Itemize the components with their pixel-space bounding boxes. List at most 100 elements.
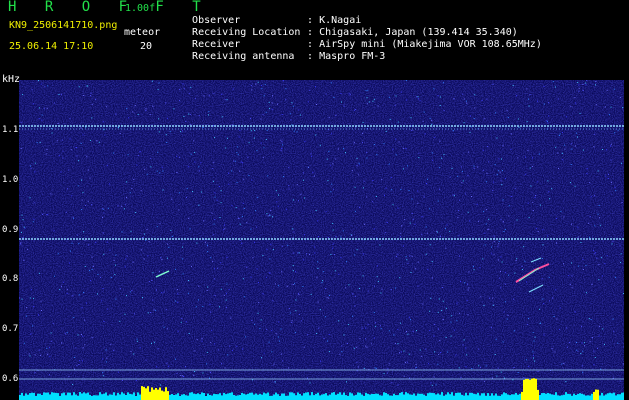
noise-speckle: [41, 310, 42, 311]
noise-speckle: [49, 347, 50, 349]
power-meter-bar: [119, 394, 121, 400]
noise-speckle: [606, 89, 608, 91]
noise-speckle: [29, 197, 31, 199]
noise-speckle: [418, 157, 420, 159]
noise-speckle: [126, 295, 127, 297]
noise-speckle: [248, 175, 250, 177]
noise-speckle: [492, 297, 494, 299]
noise-speckle: [343, 148, 344, 150]
noise-speckle: [188, 280, 190, 281]
noise-speckle: [83, 231, 85, 233]
power-meter-bar: [427, 393, 429, 400]
noise-speckle: [500, 287, 502, 289]
noise-speckle: [610, 106, 612, 108]
noise-speckle: [486, 98, 488, 100]
noise-speckle: [124, 204, 126, 206]
noise-speckle: [217, 267, 219, 269]
noise-speckle: [78, 294, 80, 296]
noise-speckle: [490, 327, 492, 328]
noise-speckle: [198, 285, 200, 287]
noise-speckle: [38, 107, 40, 109]
noise-speckle: [54, 275, 56, 277]
noise-speckle: [287, 244, 289, 246]
power-meter-bar: [255, 393, 257, 400]
noise-speckle: [433, 88, 435, 90]
noise-speckle: [131, 290, 133, 292]
noise-speckle: [198, 299, 199, 301]
noise-speckle: [271, 108, 273, 110]
noise-speckle: [498, 240, 500, 242]
noise-speckle: [158, 82, 160, 84]
noise-speckle: [242, 202, 244, 204]
noise-speckle: [34, 162, 36, 164]
noise-speckle: [418, 152, 420, 154]
noise-speckle: [545, 120, 547, 122]
noise-speckle: [578, 265, 580, 267]
noise-speckle: [508, 205, 510, 207]
power-meter-bar: [375, 393, 377, 400]
noise-speckle: [103, 321, 105, 322]
noise-speckle: [262, 114, 264, 116]
noise-speckle: [78, 160, 80, 162]
noise-speckle: [90, 95, 92, 97]
noise-speckle: [482, 258, 484, 260]
noise-speckle: [126, 181, 128, 183]
power-meter-bar: [227, 393, 229, 400]
noise-speckle: [548, 276, 550, 278]
noise-speckle: [578, 84, 580, 86]
noise-speckle: [160, 384, 162, 386]
power-meter-bar: [275, 392, 277, 400]
noise-speckle: [303, 346, 305, 348]
noise-speckle: [90, 139, 92, 141]
noise-speckle: [110, 276, 112, 278]
noise-speckle: [361, 327, 363, 329]
noise-speckle: [364, 223, 365, 225]
noise-speckle: [439, 188, 441, 190]
noise-speckle: [380, 292, 382, 294]
noise-speckle: [533, 357, 534, 359]
noise-speckle: [390, 176, 392, 178]
noise-speckle: [494, 164, 496, 166]
noise-speckle: [326, 158, 328, 160]
noise-speckle: [291, 322, 293, 323]
power-meter-bar: [309, 395, 311, 400]
power-meter-bar: [125, 395, 127, 400]
noise-speckle: [248, 142, 250, 144]
noise-speckle: [395, 138, 397, 140]
noise-speckle: [115, 298, 117, 300]
noise-speckle: [274, 381, 276, 383]
noise-speckle: [582, 149, 584, 151]
noise-speckle: [169, 131, 171, 133]
power-meter-bar: [553, 394, 555, 400]
noise-speckle: [586, 80, 588, 81]
power-meter-bar: [201, 392, 203, 400]
noise-speckle: [532, 210, 534, 211]
noise-speckle: [278, 321, 280, 323]
noise-speckle: [136, 340, 138, 342]
power-meter-bar: [31, 392, 33, 400]
noise-speckle: [580, 353, 582, 354]
power-meter-bar: [367, 393, 369, 400]
noise-speckle: [372, 201, 374, 203]
noise-speckle: [177, 293, 179, 295]
noise-speckle: [117, 127, 119, 128]
noise-speckle: [498, 158, 500, 160]
noise-speckle: [391, 382, 393, 384]
noise-speckle: [241, 216, 243, 218]
noise-speckle: [317, 301, 319, 303]
noise-speckle: [402, 245, 404, 247]
noise-speckle: [271, 330, 273, 332]
noise-speckle: [46, 214, 48, 216]
noise-speckle: [356, 370, 358, 372]
noise-speckle: [431, 277, 433, 279]
power-meter-bar: [517, 394, 519, 400]
noise-speckle: [339, 353, 341, 355]
noise-speckle: [201, 340, 203, 342]
noise-speckle: [440, 352, 442, 353]
noise-speckle: [450, 315, 452, 317]
noise-speckle: [182, 273, 184, 275]
noise-speckle: [543, 86, 545, 87]
power-meter-bar: [147, 386, 149, 400]
noise-speckle: [114, 274, 116, 276]
noise-speckle: [611, 243, 613, 245]
